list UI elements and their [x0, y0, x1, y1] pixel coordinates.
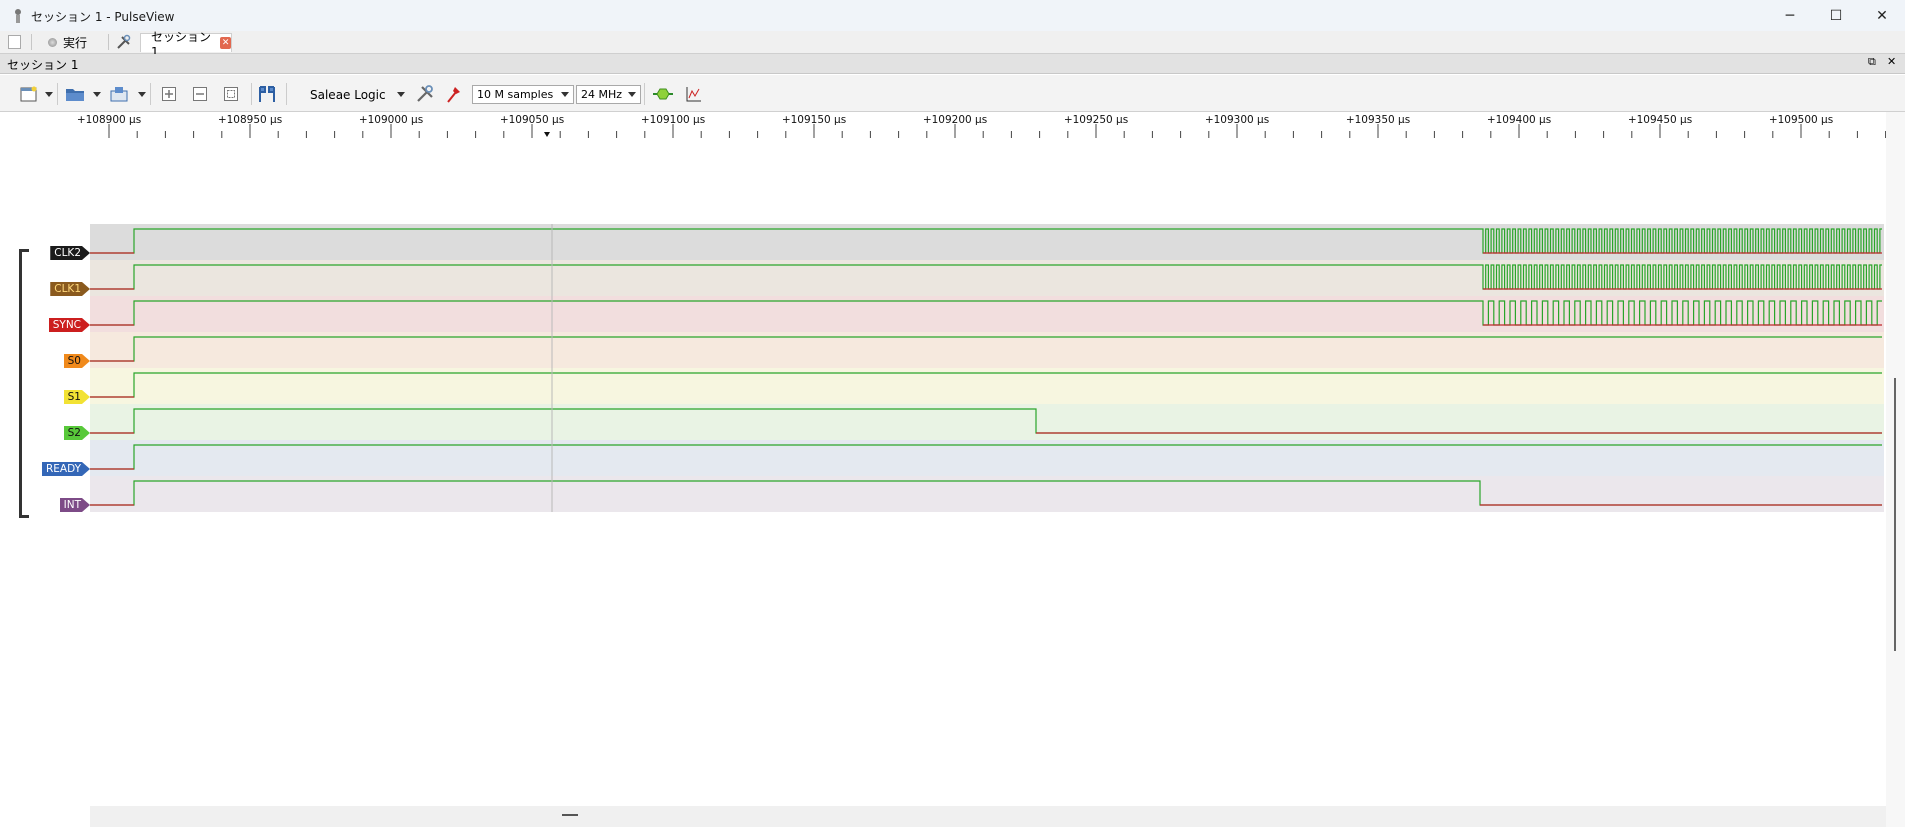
add-decoder-button[interactable] — [651, 83, 675, 105]
channel-labels: CLK2 CLK1 SYNC S0 S1 S2 READY INT — [0, 224, 90, 524]
trace-area[interactable] — [90, 224, 1884, 512]
new-session-button[interactable] — [18, 83, 40, 105]
session-title: セッション 1 — [7, 58, 79, 72]
zoom-in-icon — [162, 87, 176, 101]
waveform-canvas — [90, 224, 1884, 512]
cursor-marker-icon[interactable] — [544, 132, 550, 137]
sample-count-value: 10 M samples — [477, 88, 554, 101]
new-session-icon — [20, 86, 37, 102]
ruler-label: +109450 μs — [1627, 114, 1693, 126]
cursor-flags-icon — [259, 86, 275, 102]
pulseview-app-icon — [15, 9, 21, 23]
open-dropdown-icon[interactable] — [93, 92, 101, 97]
divider — [31, 34, 32, 50]
channel-label-sync[interactable]: SYNC — [49, 318, 90, 332]
divider — [286, 83, 287, 105]
tab-session-1[interactable]: セッション 1 ✕ — [140, 30, 232, 59]
device-dropdown-icon — [397, 92, 405, 97]
new-session-dropdown-icon[interactable] — [45, 92, 53, 97]
sample-count-dropdown-icon — [561, 92, 569, 97]
session-dock-title: セッション 1 ⧉ ✕ — [0, 54, 1905, 74]
main-toolbar: Saleae Logic 10 M samples 24 MHz — [0, 75, 1905, 112]
close-window-button[interactable]: ✕ — [1859, 0, 1905, 31]
save-icon — [110, 87, 128, 102]
show-cursors-button[interactable] — [256, 83, 280, 105]
channel-label-int[interactable]: INT — [60, 498, 90, 512]
new-window-checkbox[interactable] — [8, 35, 21, 49]
ruler-label: +108950 μs — [217, 114, 283, 126]
sample-count-select[interactable]: 10 M samples — [472, 85, 574, 104]
zoom-out-button[interactable] — [189, 83, 211, 105]
window-title: セッション 1 - PulseView — [31, 10, 175, 24]
channel-label-ready[interactable]: READY — [42, 462, 90, 476]
zoom-out-icon — [193, 87, 207, 101]
ruler-label: +109050 μs — [499, 114, 565, 126]
ruler-label: +108900 μs — [76, 114, 142, 126]
horizontal-scrollbar[interactable] — [90, 806, 1886, 827]
ruler-label: +109100 μs — [640, 114, 706, 126]
ruler-label: +109300 μs — [1204, 114, 1270, 126]
float-dock-icon[interactable]: ⧉ — [1868, 55, 1876, 69]
zoom-fit-button[interactable] — [220, 83, 242, 105]
folder-open-icon — [66, 89, 84, 101]
zoom-fit-icon — [224, 87, 238, 101]
save-button[interactable] — [107, 83, 131, 105]
ruler-label: +109200 μs — [922, 114, 988, 126]
run-label: 実行 — [63, 36, 88, 50]
close-dock-icon[interactable]: ✕ — [1887, 55, 1896, 68]
ruler-label: +109000 μs — [358, 114, 424, 126]
device-config-button[interactable] — [413, 83, 437, 105]
save-dropdown-icon[interactable] — [138, 92, 146, 97]
ruler-label: +109350 μs — [1345, 114, 1411, 126]
settings-tools-icon[interactable] — [116, 34, 132, 54]
divider — [150, 83, 151, 105]
channel-label-clk1[interactable]: CLK1 — [50, 282, 90, 296]
time-ruler[interactable]: +108900 μs +108950 μs +109000 μs +109050 μs… — [77, 112, 1887, 138]
title-bar: セッション 1 - PulseView ─ ☐ ✕ — [0, 0, 1905, 32]
ruler-label: +109400 μs — [1486, 114, 1552, 126]
minimize-button[interactable]: ─ — [1767, 0, 1813, 31]
math-channel-button[interactable] — [683, 83, 705, 105]
math-signal-icon — [686, 87, 701, 102]
device-config-icon — [417, 85, 433, 102]
samplerate-value: 24 MHz — [581, 88, 623, 101]
maximize-button[interactable]: ☐ — [1813, 0, 1859, 31]
decoder-icon — [653, 88, 673, 100]
minimize-icon: ─ — [1785, 7, 1795, 24]
probe-config-button[interactable] — [443, 83, 465, 105]
samplerate-dropdown-icon — [628, 92, 636, 97]
device-name: Saleae Logic — [310, 87, 386, 102]
run-status-icon — [48, 38, 57, 47]
maximize-icon: ☐ — [1829, 7, 1843, 24]
channel-label-s2[interactable]: S2 — [64, 426, 90, 440]
channel-label-clk2[interactable]: CLK2 — [50, 246, 90, 260]
ruler-label: +109500 μs — [1768, 114, 1834, 126]
zoom-in-button[interactable] — [158, 83, 180, 105]
main-tab-bar: 実行 セッション 1 ✕ — [0, 30, 1905, 59]
vertical-scroll-thumb[interactable] — [1894, 378, 1896, 651]
channel-label-s1[interactable]: S1 — [64, 390, 90, 404]
divider — [251, 83, 252, 105]
open-button[interactable] — [63, 83, 87, 105]
ruler-label: +109150 μs — [781, 114, 847, 126]
run-button[interactable]: 実行 — [48, 33, 87, 52]
close-icon: ✕ — [1876, 7, 1888, 24]
channel-label-s0[interactable]: S0 — [64, 354, 90, 368]
device-select[interactable]: Saleae Logic — [305, 85, 410, 104]
vertical-scrollbar[interactable] — [1886, 112, 1905, 827]
divider — [108, 34, 109, 50]
tab-close-icon[interactable]: ✕ — [220, 37, 231, 49]
divider — [57, 83, 58, 105]
divider — [644, 83, 645, 105]
samplerate-select[interactable]: 24 MHz — [576, 85, 641, 104]
scroll-grip[interactable] — [562, 814, 578, 816]
probe-icon — [447, 87, 460, 103]
ruler-label: +109250 μs — [1063, 114, 1129, 126]
